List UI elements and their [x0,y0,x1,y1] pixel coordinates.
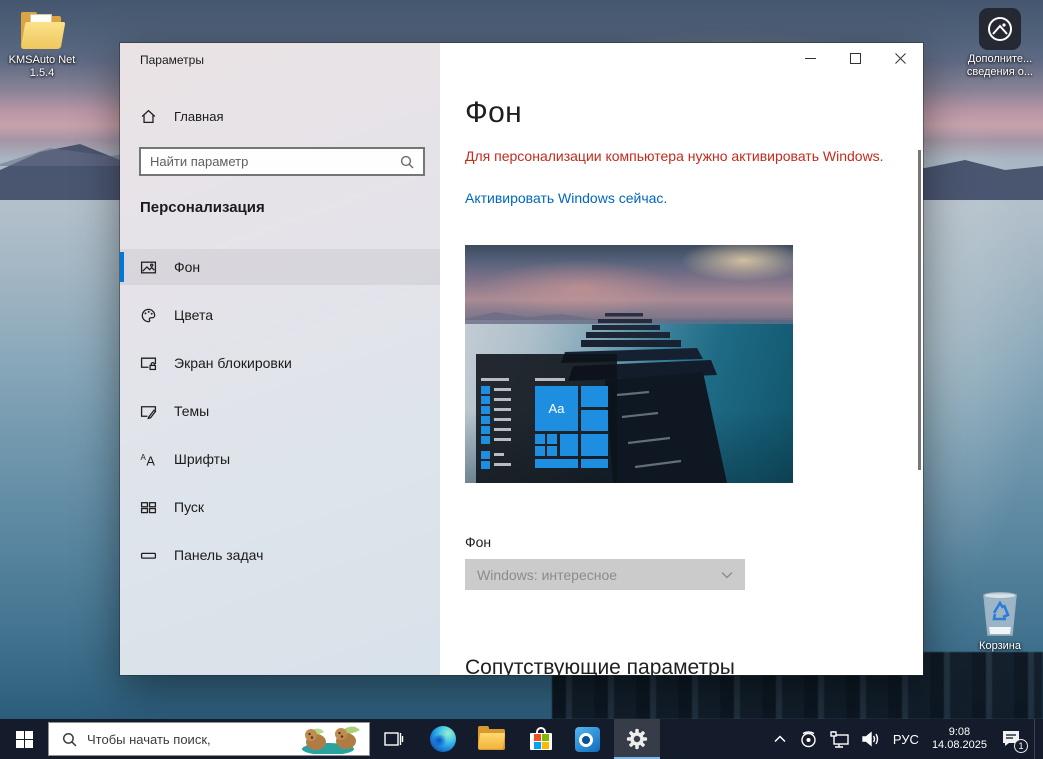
recycle-bin-icon [977,591,1023,637]
speaker-icon [861,731,881,747]
close-button[interactable] [878,43,923,73]
sidebar-search-box[interactable] [139,147,425,176]
fonts-icon: A A [140,451,157,468]
desktop-icon-label: KMSAuto Net [3,54,81,67]
chevron-up-icon [774,735,786,743]
windows-logo-icon [16,731,33,748]
desktop-icon-label: сведения о... [961,66,1039,79]
start-button[interactable] [0,719,48,759]
scrollbar[interactable] [918,150,921,470]
settings-app-button-active[interactable] [614,719,660,759]
sidebar-home-label: Главная [174,109,223,124]
svg-text:A: A [146,453,155,468]
sidebar-item-label: Пуск [174,499,204,515]
system-tray: РУС 9:08 14.08.2025 1 [769,719,1043,759]
desktop-icon-label: Дополните... [961,53,1039,66]
sidebar-item-label: Темы [174,403,209,419]
tray-language-indicator[interactable]: РУС [889,719,923,759]
sidebar-item-label: Цвета [174,307,213,323]
background-preview: Aa [465,245,793,483]
action-center-button[interactable]: 1 [996,719,1026,759]
task-view-button[interactable] [372,719,414,759]
sidebar-item-fonts[interactable]: A A Шрифты [120,441,440,477]
related-settings-title: Сопутствующие параметры [465,656,735,675]
desktop-icon-recycle-bin[interactable]: Корзина [961,591,1039,653]
dropdown-value: Windows: интересное [477,567,721,583]
taskbar-icon [140,547,157,564]
desktop: KMSAuto Net 1.5.4 Дополните... сведения … [0,0,1043,759]
camera-icon [799,731,818,748]
tray-network-button[interactable] [827,719,853,759]
home-icon [140,108,157,125]
window-title: Параметры [140,53,204,67]
taskbar: РУС 9:08 14.08.2025 1 [0,719,1043,759]
preview-start-menu: Aa [476,354,617,483]
clock-time: 9:08 [932,726,987,739]
start-layout-icon [140,499,157,516]
background-dropdown-label: Фон [465,534,491,550]
lock-screen-icon [140,355,157,372]
search-icon [62,732,77,747]
sidebar-item-label: Экран блокировки [174,355,292,371]
background-style-dropdown[interactable]: Windows: интересное [465,559,745,590]
activate-windows-link[interactable]: Активировать Windows сейчас. [465,190,667,206]
chevron-down-icon [721,571,733,579]
sidebar-item-themes[interactable]: Темы [120,393,440,429]
sidebar-item-colors[interactable]: Цвета [120,297,440,333]
store-icon [529,727,553,752]
taskbar-search-box[interactable] [48,722,370,756]
sidebar-item-label: Панель задач [174,547,263,563]
background-image-icon [140,259,157,276]
edge-browser-button[interactable] [420,719,466,759]
microsoft-store-button[interactable] [518,719,564,759]
settings-window: Параметры Главная Персонализация [120,43,923,675]
clock-date: 14.08.2025 [932,739,987,752]
edge-icon [430,726,456,752]
sidebar-item-background[interactable]: Фон [120,249,440,285]
activation-warning: Для персонализации компьютера нужно акти… [465,148,884,164]
file-explorer-icon [478,729,505,750]
desktop-icon-kmsauto[interactable]: KMSAuto Net 1.5.4 [3,13,81,80]
palette-icon [140,307,157,324]
sidebar-item-lock-screen[interactable]: Экран блокировки [120,345,440,381]
notification-badge: 1 [1014,739,1028,753]
tray-volume-button[interactable] [858,719,884,759]
sidebar-nav: Фон Цвета [120,249,440,585]
tray-clock[interactable]: 9:08 14.08.2025 [928,719,991,759]
minimize-button[interactable] [788,43,833,73]
task-view-icon [382,729,404,749]
file-explorer-button[interactable] [468,719,514,759]
settings-sidebar: Параметры Главная Персонализация [120,43,440,675]
ethernet-network-icon [830,731,850,748]
sidebar-item-home[interactable]: Главная [120,100,440,132]
search-highlight-otters-image [288,724,368,754]
sidebar-search-input[interactable] [141,154,400,169]
tray-meet-now-button[interactable] [796,719,822,759]
show-desktop-divider[interactable] [1034,719,1035,759]
sidebar-item-label: Шрифты [174,451,230,467]
outlook-icon [575,727,600,752]
tray-show-hidden-icons-button[interactable] [769,719,791,759]
photo-image-icon [979,8,1021,50]
maximize-button[interactable] [833,43,878,73]
sidebar-item-taskbar[interactable]: Панель задач [120,537,440,573]
sidebar-section-title: Персонализация [140,199,265,216]
desktop-icon-label: 1.5.4 [3,67,81,80]
gear-icon [626,728,648,750]
outlook-button[interactable] [564,719,610,759]
search-icon [400,155,414,169]
themes-icon [140,403,157,420]
desktop-icon-additional-info[interactable]: Дополните... сведения о... [961,8,1039,79]
desktop-icon-label: Корзина [961,640,1039,653]
folder-icon [19,13,65,51]
settings-content: Фон Для персонализации компьютера нужно … [440,43,923,675]
page-title: Фон [465,96,522,130]
sidebar-item-start[interactable]: Пуск [120,489,440,525]
preview-aa-tile: Aa [535,386,578,431]
sidebar-item-label: Фон [174,259,200,275]
window-controls [788,43,923,73]
